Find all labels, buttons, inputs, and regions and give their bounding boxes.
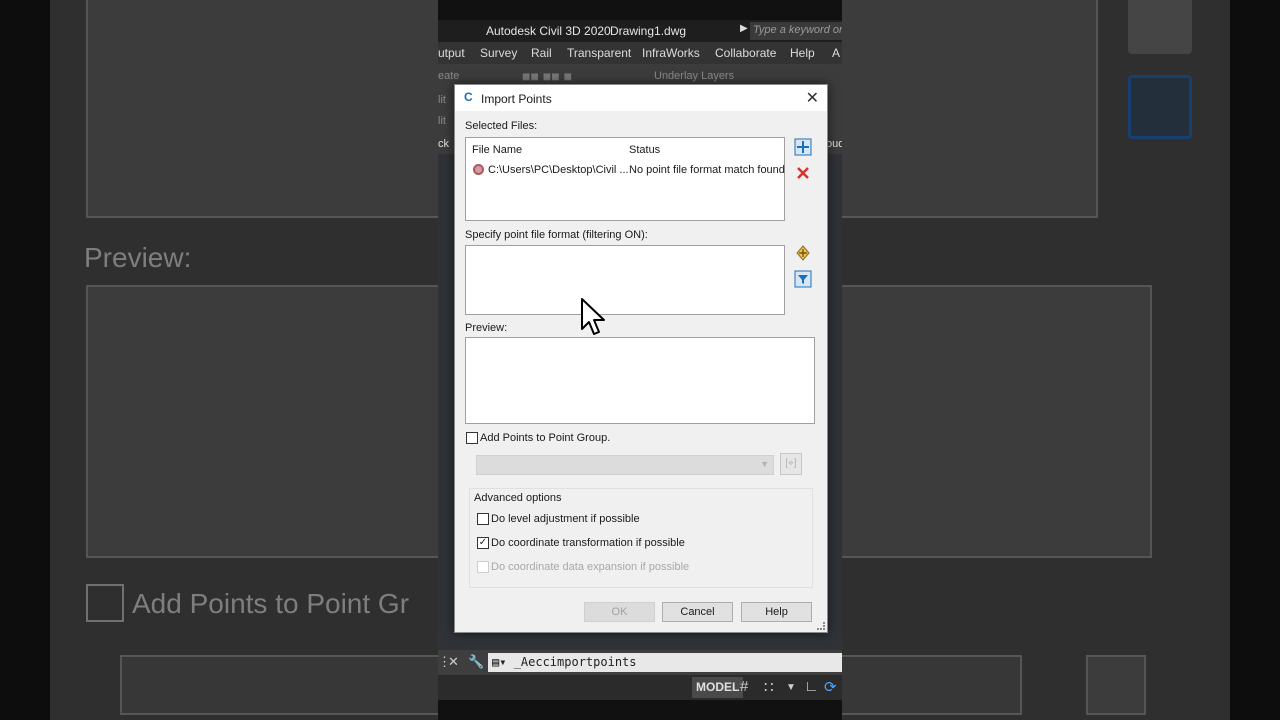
background-preview-label: Preview: xyxy=(84,242,192,273)
background-preview-box xyxy=(86,285,438,558)
coordinate-transformation-label[interactable]: Do coordinate transformation if possible xyxy=(491,537,685,549)
manage-formats-button[interactable] xyxy=(793,243,813,263)
ribbon-tabs: utput Survey Rail Transparent InfraWorks… xyxy=(438,42,842,64)
error-status-icon xyxy=(473,164,484,175)
ok-button[interactable]: OK xyxy=(584,602,655,622)
preview-label: Preview: xyxy=(465,322,508,334)
data-expansion-checkbox[interactable] xyxy=(477,561,489,573)
ortho-icon[interactable]: ∟ xyxy=(804,678,819,695)
level-adjustment-label[interactable]: Do level adjustment if possible xyxy=(491,513,640,525)
search-input[interactable]: Type a keyword or p xyxy=(750,22,842,40)
app-title: Autodesk Civil 3D 2020 xyxy=(486,24,611,38)
underlay-layers-button[interactable]: Underlay Layers xyxy=(654,70,734,82)
remove-file-button[interactable] xyxy=(793,163,813,183)
command-text: _Aeccimportpoints xyxy=(513,655,637,669)
background-checkbox xyxy=(86,584,124,622)
chevron-down-icon: ▼ xyxy=(760,459,769,469)
column-file-name[interactable]: File Name xyxy=(472,144,522,156)
filter-formats-button[interactable] xyxy=(793,269,813,289)
mouse-cursor-icon xyxy=(581,298,605,335)
model-space-button[interactable]: MODEL xyxy=(692,677,744,698)
add-files-icon xyxy=(794,138,812,156)
grid-icon[interactable]: # xyxy=(740,678,748,695)
background-format-icon xyxy=(1128,75,1192,139)
background-settings-icon xyxy=(1128,0,1192,54)
background-blur-right xyxy=(842,0,1230,720)
ribbon-fragment-create: eate xyxy=(438,70,460,82)
data-expansion-label[interactable]: Do coordinate data expansion if possible xyxy=(491,561,689,573)
civil3d-logo-icon: C xyxy=(464,90,473,104)
level-adjustment-checkbox[interactable] xyxy=(477,513,489,525)
expand-arrow-icon[interactable]: ▶ xyxy=(740,23,748,34)
wrench-icon[interactable]: 🔧 xyxy=(468,654,484,670)
polar-icon[interactable]: ⟳ xyxy=(824,678,837,696)
tab-more[interactable]: A xyxy=(832,46,840,60)
background-combo-button xyxy=(1086,655,1146,715)
background-blur-left: Preview: Add Points to Point Gr xyxy=(50,0,438,720)
add-files-button[interactable] xyxy=(793,137,813,157)
preview-area[interactable] xyxy=(465,337,815,424)
format-label: Specify point file format (filtering ON)… xyxy=(465,229,648,241)
background-combo xyxy=(120,655,438,715)
filter-icon xyxy=(794,270,812,288)
tab-rail[interactable]: Rail xyxy=(531,46,552,60)
ribbon-fragment-block: ck xyxy=(438,138,449,150)
snap-icon[interactable]: ∷ xyxy=(764,678,774,696)
column-status[interactable]: Status xyxy=(629,144,660,156)
selected-files-list[interactable]: File Name Status C:\Users\PC\Desktop\Civ… xyxy=(465,137,785,221)
command-line: ⋮ ✕ 🔧 ▤▾ _Aeccimportpoints xyxy=(438,650,842,675)
tab-transparent[interactable]: Transparent xyxy=(567,46,631,60)
coordinate-transformation-checkbox[interactable]: ✓ xyxy=(477,537,489,549)
point-file-format-list[interactable] xyxy=(465,245,785,315)
point-group-select[interactable]: ▼ xyxy=(476,455,774,475)
title-bar: Autodesk Civil 3D 2020 Drawing1.dwg ▶ Ty… xyxy=(438,20,842,42)
tab-collaborate[interactable]: Collaborate xyxy=(715,46,776,60)
add-to-group-checkbox[interactable] xyxy=(466,432,478,444)
import-points-dialog: C Import Points ✕ Selected Files: File N… xyxy=(454,84,828,633)
tab-output[interactable]: utput xyxy=(438,46,465,60)
ribbon-fragment-cloud: oud xyxy=(826,138,842,150)
help-button[interactable]: Help xyxy=(741,602,812,622)
ribbon-tools-icon[interactable]: ■■ ■■ ■ xyxy=(522,68,572,84)
advanced-options-label: Advanced options xyxy=(474,492,562,504)
dialog-title: Import Points xyxy=(481,92,552,106)
background-preview-box-right xyxy=(842,285,1152,558)
cancel-button[interactable]: Cancel xyxy=(662,602,733,622)
bottom-strip xyxy=(438,700,842,720)
close-icon[interactable]: ✕ xyxy=(448,654,459,670)
add-to-group-label[interactable]: Add Points to Point Group. xyxy=(480,432,610,444)
command-input[interactable]: ▤▾ _Aeccimportpoints xyxy=(488,653,842,672)
dialog-title-bar: C Import Points ✕ xyxy=(455,85,827,111)
resize-grip[interactable] xyxy=(817,622,825,630)
selected-files-label: Selected Files: xyxy=(465,120,538,132)
background-add-points-label: Add Points to Point Gr xyxy=(132,588,410,619)
background-files-box xyxy=(86,0,438,218)
ribbon-fragment-split2: lit xyxy=(438,115,446,127)
background-files-box-right xyxy=(842,0,1098,218)
create-point-group-button[interactable]: [⌖] xyxy=(780,453,802,475)
file-name-cell: C:\Users\PC\Desktop\Civil ... xyxy=(488,164,629,176)
snap-dropdown-icon[interactable]: ▼ xyxy=(786,682,796,693)
status-bar: MODEL # ∷ ▼ ∟ ⟳ xyxy=(438,675,842,700)
format-manager-icon xyxy=(796,245,810,261)
screen: Preview: Add Points to Point Gr Autodesk… xyxy=(0,0,1280,720)
close-button[interactable]: ✕ xyxy=(806,88,819,108)
tab-help[interactable]: Help xyxy=(790,46,815,60)
ribbon-fragment-split: lit xyxy=(438,94,446,106)
top-strip xyxy=(438,0,842,20)
tab-infraworks[interactable]: InfraWorks xyxy=(642,46,700,60)
document-title: Drawing1.dwg xyxy=(610,24,687,38)
delete-icon xyxy=(797,167,809,179)
background-combo-right xyxy=(842,655,1022,715)
tab-survey[interactable]: Survey xyxy=(480,46,517,60)
file-status-cell: No point file format match found xyxy=(629,164,785,176)
